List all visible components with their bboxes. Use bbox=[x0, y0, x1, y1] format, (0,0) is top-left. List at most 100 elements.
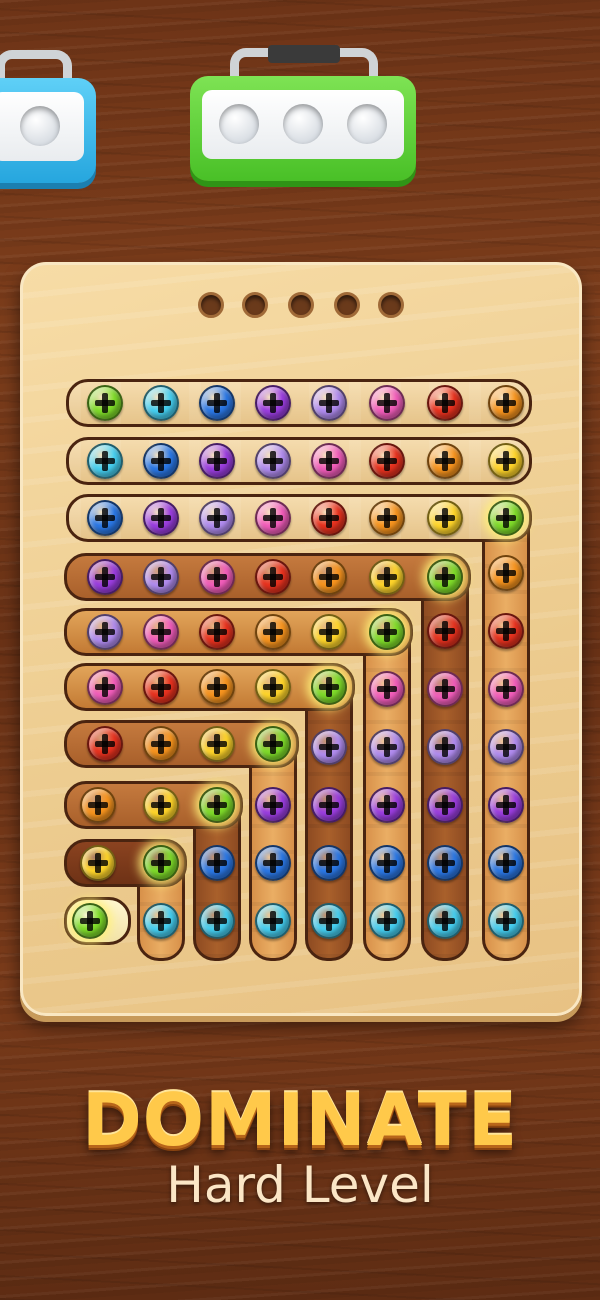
screw-red[interactable] bbox=[143, 669, 179, 705]
screw-purple[interactable] bbox=[199, 443, 235, 479]
screw-yellow[interactable] bbox=[427, 500, 463, 536]
screw-slot bbox=[347, 104, 387, 144]
screw-purple[interactable] bbox=[87, 559, 123, 595]
screw-yellow[interactable] bbox=[143, 787, 179, 823]
screw-green[interactable] bbox=[369, 614, 405, 650]
screw-cross-icon bbox=[207, 393, 227, 413]
screw-blue[interactable] bbox=[199, 845, 235, 881]
screw-slot bbox=[283, 104, 323, 144]
screw-yellow[interactable] bbox=[255, 669, 291, 705]
screw-red[interactable] bbox=[199, 614, 235, 650]
screw-green[interactable] bbox=[311, 669, 347, 705]
screw-lavender[interactable] bbox=[369, 729, 405, 765]
screw-cyan[interactable] bbox=[87, 443, 123, 479]
screw-cross-icon bbox=[207, 567, 227, 587]
screw-orange[interactable] bbox=[488, 555, 524, 591]
screw-cyan[interactable] bbox=[143, 385, 179, 421]
screw-lavender[interactable] bbox=[255, 443, 291, 479]
screw-red[interactable] bbox=[255, 559, 291, 595]
screw-cross-icon bbox=[435, 911, 455, 931]
screw-pink[interactable] bbox=[369, 385, 405, 421]
screw-green[interactable] bbox=[72, 903, 108, 939]
screw-green[interactable] bbox=[87, 385, 123, 421]
screw-blue[interactable] bbox=[369, 845, 405, 881]
screw-green[interactable] bbox=[488, 500, 524, 536]
screw-purple[interactable] bbox=[488, 787, 524, 823]
screw-cyan[interactable] bbox=[369, 903, 405, 939]
screw-cross-icon bbox=[151, 508, 171, 528]
screw-cyan[interactable] bbox=[427, 903, 463, 939]
screw-purple[interactable] bbox=[255, 787, 291, 823]
screw-cyan[interactable] bbox=[488, 903, 524, 939]
screw-orange[interactable] bbox=[369, 500, 405, 536]
screw-orange[interactable] bbox=[427, 443, 463, 479]
screw-cross-icon bbox=[88, 795, 108, 815]
screw-pink[interactable] bbox=[87, 669, 123, 705]
screw-blue[interactable] bbox=[199, 385, 235, 421]
screw-green[interactable] bbox=[255, 726, 291, 762]
screw-red[interactable] bbox=[427, 385, 463, 421]
screw-lavender[interactable] bbox=[311, 729, 347, 765]
screw-yellow[interactable] bbox=[311, 614, 347, 650]
screw-cross-icon bbox=[151, 393, 171, 413]
screw-purple[interactable] bbox=[311, 787, 347, 823]
toolbox-latch bbox=[268, 45, 340, 63]
screw-pink[interactable] bbox=[199, 559, 235, 595]
screw-blue[interactable] bbox=[311, 845, 347, 881]
screw-purple[interactable] bbox=[427, 787, 463, 823]
screw-red[interactable] bbox=[311, 500, 347, 536]
screw-blue[interactable] bbox=[87, 500, 123, 536]
screw-pink[interactable] bbox=[488, 671, 524, 707]
screw-orange[interactable] bbox=[311, 559, 347, 595]
screw-blue[interactable] bbox=[143, 443, 179, 479]
screw-pink[interactable] bbox=[255, 500, 291, 536]
screw-lavender[interactable] bbox=[87, 614, 123, 650]
screw-purple[interactable] bbox=[369, 787, 405, 823]
screw-orange[interactable] bbox=[488, 385, 524, 421]
screw-pink[interactable] bbox=[427, 671, 463, 707]
blue-toolbox[interactable] bbox=[0, 50, 100, 190]
screw-yellow[interactable] bbox=[369, 559, 405, 595]
screw-red[interactable] bbox=[427, 613, 463, 649]
screw-orange[interactable] bbox=[143, 726, 179, 762]
screw-cross-icon bbox=[377, 451, 397, 471]
screw-cross-icon bbox=[435, 621, 455, 641]
screw-cross-icon bbox=[151, 911, 171, 931]
screw-red[interactable] bbox=[369, 443, 405, 479]
screw-purple[interactable] bbox=[143, 500, 179, 536]
screw-pink[interactable] bbox=[143, 614, 179, 650]
screw-orange[interactable] bbox=[199, 669, 235, 705]
screw-green[interactable] bbox=[199, 787, 235, 823]
screw-cyan[interactable] bbox=[143, 903, 179, 939]
screw-cyan[interactable] bbox=[311, 903, 347, 939]
green-toolbox[interactable] bbox=[190, 45, 420, 188]
screw-pink[interactable] bbox=[369, 671, 405, 707]
screw-lavender[interactable] bbox=[427, 729, 463, 765]
screw-lavender[interactable] bbox=[199, 500, 235, 536]
screw-yellow[interactable] bbox=[80, 845, 116, 881]
screw-cross-icon bbox=[319, 508, 339, 528]
screw-cyan[interactable] bbox=[199, 903, 235, 939]
screw-orange[interactable] bbox=[80, 787, 116, 823]
screw-red[interactable] bbox=[87, 726, 123, 762]
screw-blue[interactable] bbox=[488, 845, 524, 881]
screw-orange[interactable] bbox=[255, 614, 291, 650]
screw-green[interactable] bbox=[427, 559, 463, 595]
toolbox-tray bbox=[202, 90, 404, 159]
screw-green[interactable] bbox=[143, 845, 179, 881]
screw-cross-icon bbox=[95, 567, 115, 587]
screw-purple[interactable] bbox=[255, 385, 291, 421]
screw-lavender[interactable] bbox=[143, 559, 179, 595]
screw-pink[interactable] bbox=[311, 443, 347, 479]
screw-blue[interactable] bbox=[427, 845, 463, 881]
screw-cross-icon bbox=[435, 679, 455, 699]
screw-cyan[interactable] bbox=[255, 903, 291, 939]
screw-cross-icon bbox=[319, 737, 339, 757]
screw-yellow[interactable] bbox=[199, 726, 235, 762]
screw-yellow[interactable] bbox=[488, 443, 524, 479]
screw-blue[interactable] bbox=[255, 845, 291, 881]
screw-lavender[interactable] bbox=[311, 385, 347, 421]
screw-lavender[interactable] bbox=[488, 729, 524, 765]
screw-cross-icon bbox=[151, 451, 171, 471]
screw-red[interactable] bbox=[488, 613, 524, 649]
